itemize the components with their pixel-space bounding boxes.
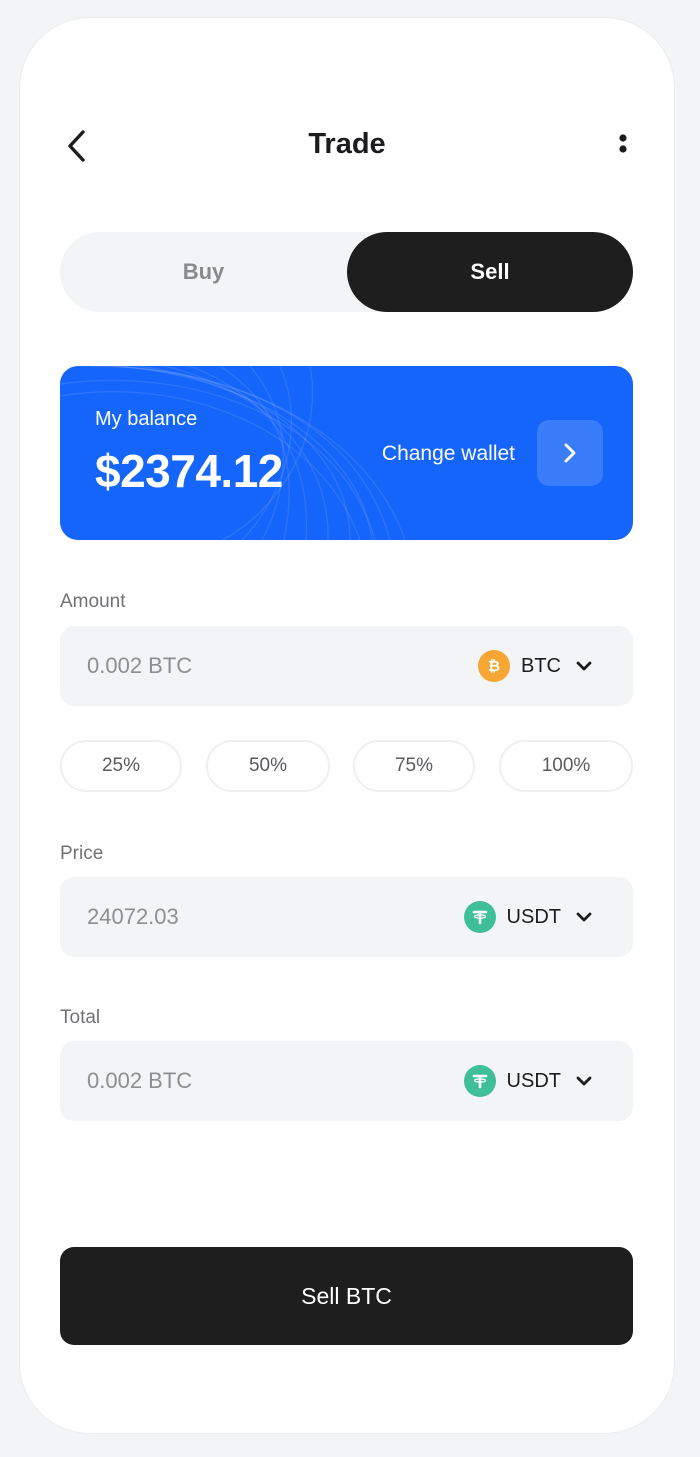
tether-icon — [463, 901, 496, 933]
sell-btc-button[interactable]: Sell BTC — [60, 1247, 633, 1345]
more-vertical-icon — [619, 134, 627, 153]
chevron-right-icon — [564, 443, 576, 463]
total-label: Total — [60, 1007, 101, 1028]
balance-amount: $2374.12 — [95, 445, 283, 497]
total-currency-selector[interactable]: USDT — [463, 1041, 593, 1121]
total-currency-name: USDT — [506, 1069, 561, 1092]
change-wallet-button[interactable] — [537, 420, 603, 486]
total-field[interactable]: 0.002 BTC USDT — [60, 1041, 633, 1121]
percent-chip-75[interactable]: 75% — [353, 740, 475, 792]
percent-chip-25[interactable]: 25% — [60, 740, 182, 792]
total-input[interactable]: 0.002 BTC — [87, 1041, 192, 1121]
page-title: Trade — [308, 128, 386, 160]
percent-chip-50[interactable]: 50% — [206, 740, 330, 792]
price-currency-name: USDT — [506, 905, 561, 928]
amount-currency-selector[interactable]: ₿ BTC — [478, 626, 593, 706]
amount-field[interactable]: 0.002 BTC ₿ BTC — [60, 626, 633, 706]
amount-label: Amount — [60, 591, 126, 612]
balance-label: My balance — [95, 408, 198, 430]
top-bar: Trade — [20, 118, 674, 174]
amount-input[interactable]: 0.002 BTC — [87, 626, 192, 706]
price-input[interactable]: 24072.03 — [87, 877, 179, 957]
tether-icon — [463, 1065, 496, 1097]
buy-sell-toggle: Buy Sell — [60, 232, 633, 312]
phone-screen: Trade Buy Sell My balance $2374.12 Chang… — [20, 18, 674, 1433]
svg-text:₿: ₿ — [488, 658, 500, 675]
percent-chip-100[interactable]: 100% — [499, 740, 633, 792]
price-field[interactable]: 24072.03 USDT — [60, 877, 633, 957]
bitcoin-icon: ₿ — [478, 650, 510, 682]
chevron-down-icon — [576, 912, 592, 922]
amount-currency-name: BTC — [521, 654, 561, 677]
price-currency-selector[interactable]: USDT — [463, 877, 593, 957]
chevron-down-icon — [576, 661, 592, 671]
price-label: Price — [60, 843, 104, 864]
chevron-down-icon — [576, 1076, 592, 1086]
change-wallet-label[interactable]: Change wallet — [382, 442, 515, 466]
balance-card: My balance $2374.12 Change wallet — [60, 366, 633, 540]
tab-sell[interactable]: Sell — [347, 232, 633, 312]
tab-buy[interactable]: Buy — [60, 232, 347, 312]
more-options-button[interactable] — [608, 126, 638, 166]
